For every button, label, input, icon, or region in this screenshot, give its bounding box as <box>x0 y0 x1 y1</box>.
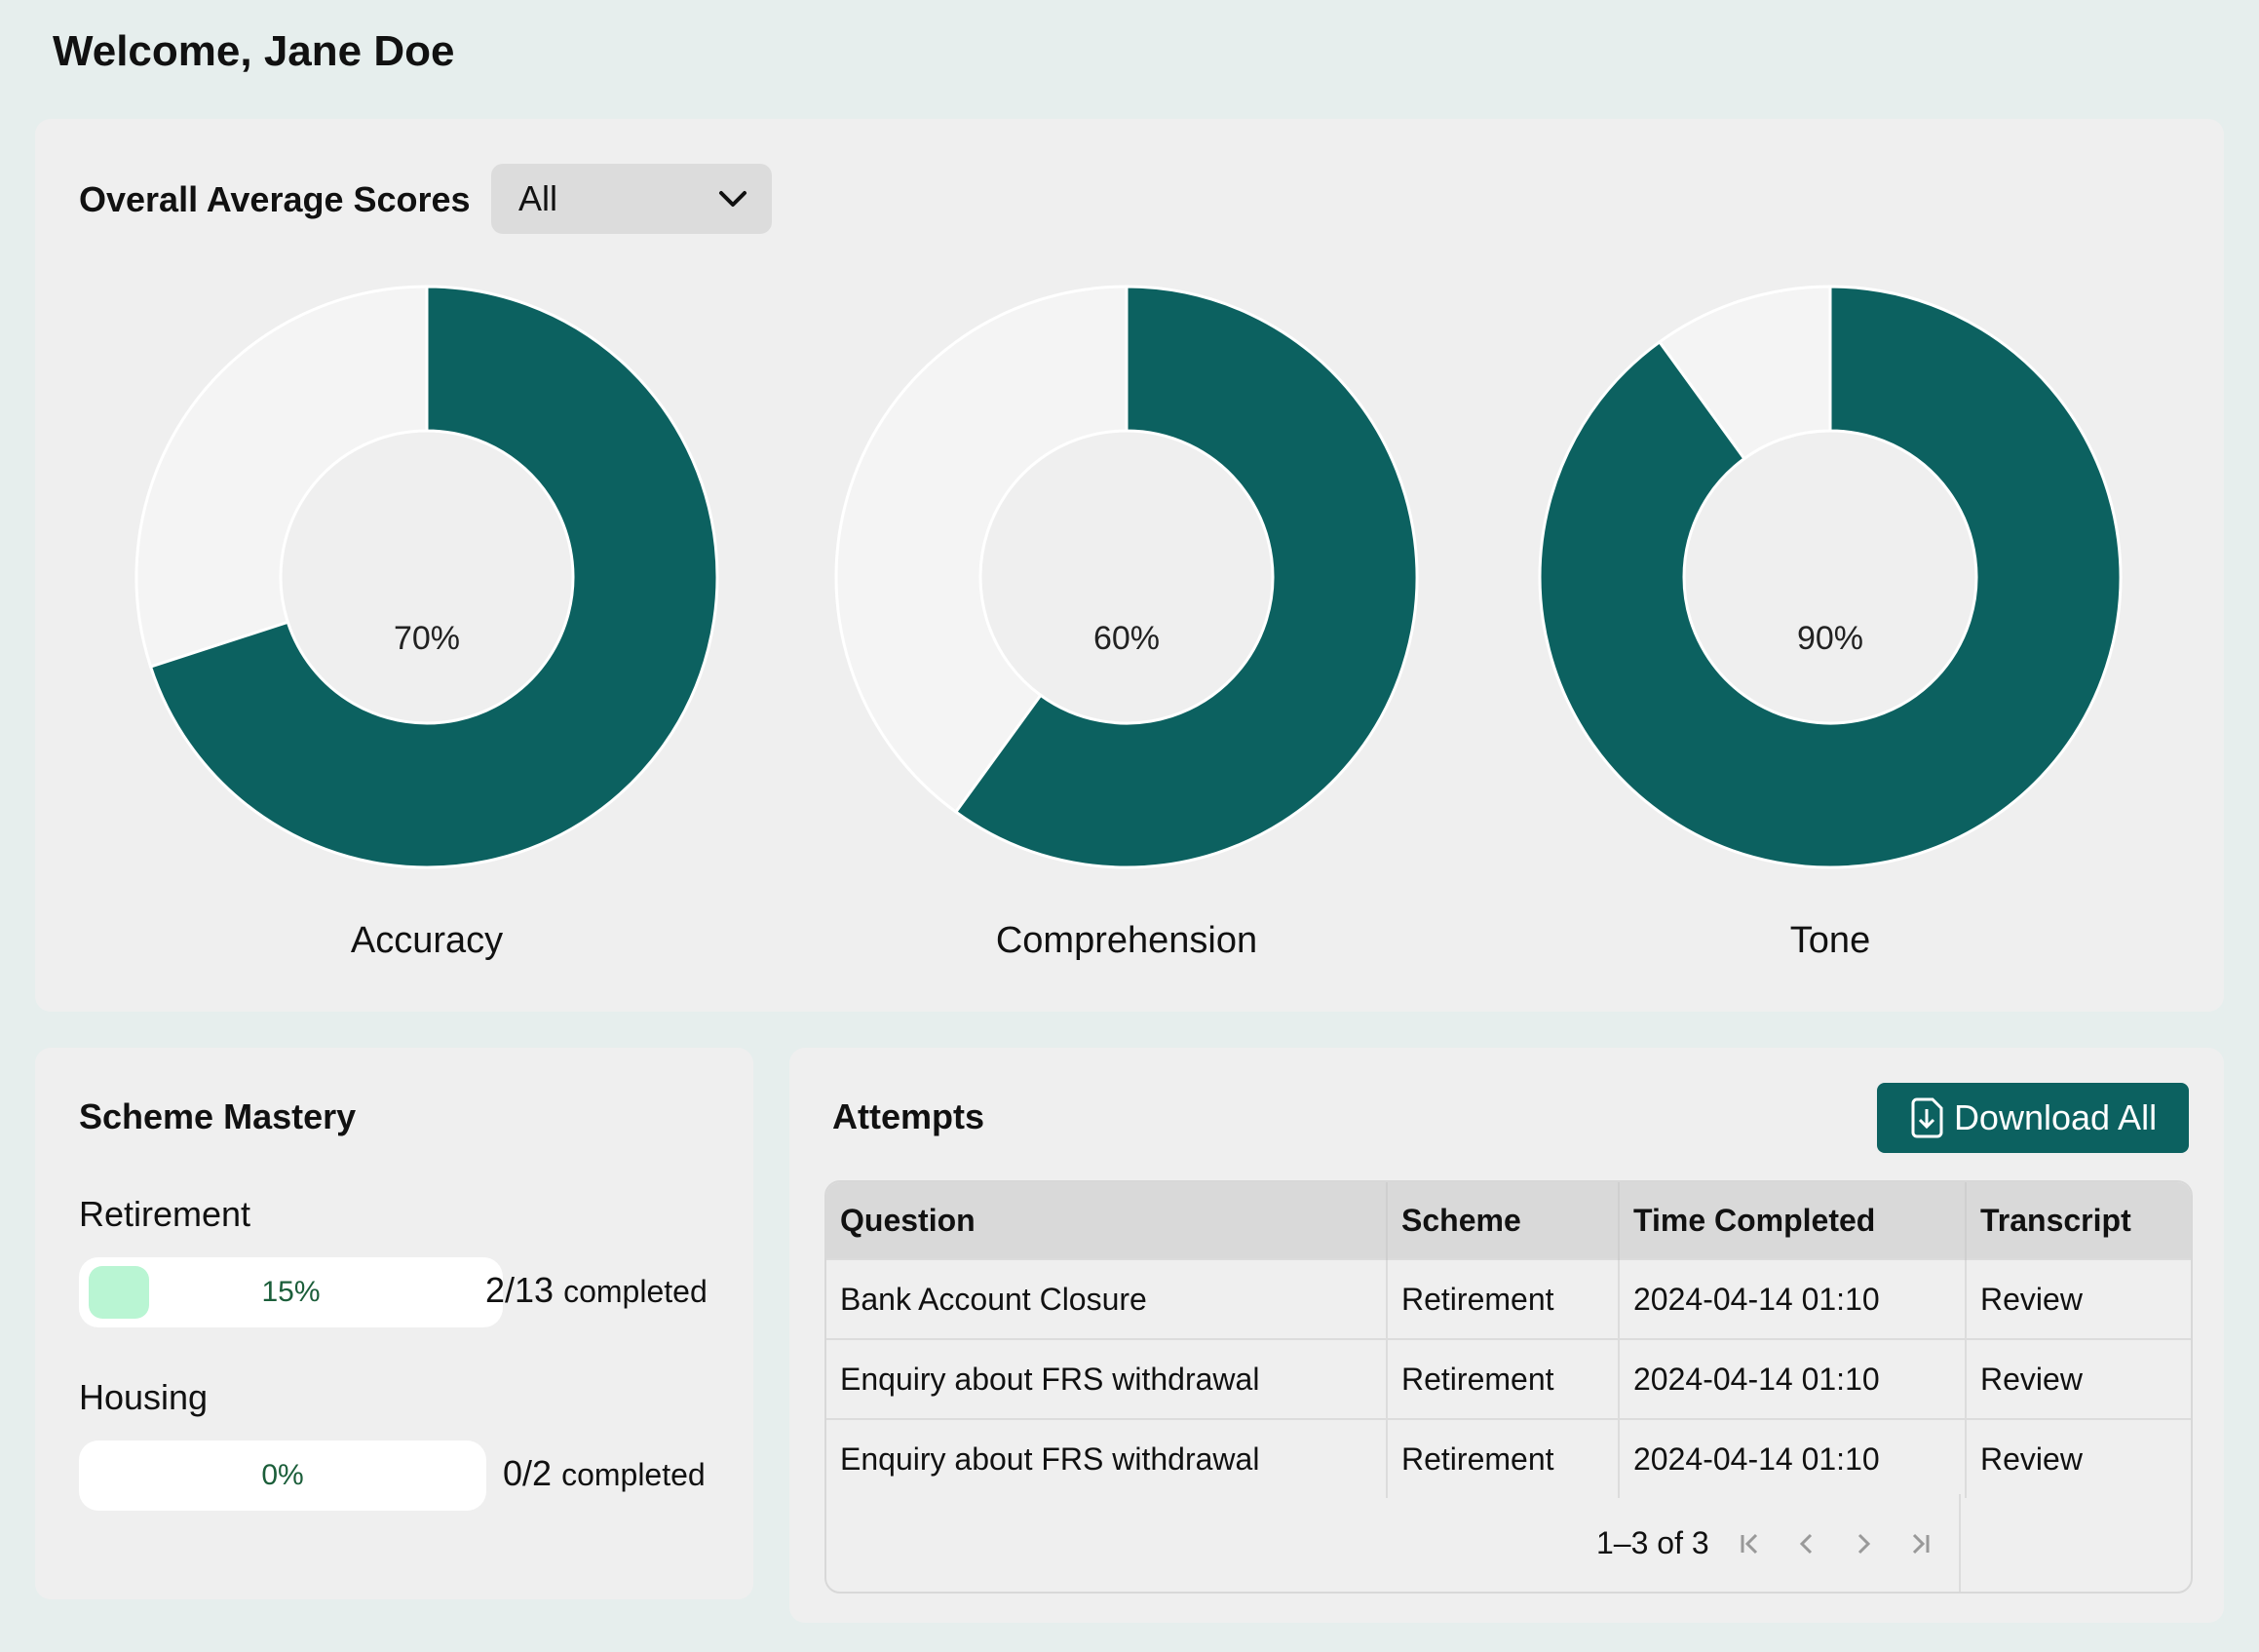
review-link[interactable]: Review <box>1966 1258 2191 1339</box>
cell-question: Enquiry about FRS withdrawal <box>826 1338 1388 1419</box>
cell-question: Enquiry about FRS withdrawal <box>826 1418 1388 1498</box>
scheme-mastery-card: Scheme Mastery Retirement 15% 2/13 compl… <box>35 1048 753 1599</box>
count-suffix: completed <box>563 1274 708 1309</box>
donut-value-slice <box>1538 285 2123 869</box>
cell-question: Bank Account Closure <box>826 1258 1388 1339</box>
cell-scheme: Retirement <box>1387 1338 1620 1419</box>
score-filter-dropdown[interactable]: All <box>491 164 772 234</box>
tone-label: Tone <box>1789 920 1871 961</box>
pager-divider <box>1959 1494 1961 1592</box>
mastery-title: Scheme Mastery <box>79 1096 357 1136</box>
table-row: Bank Account Closure Retirement 2024-04-… <box>826 1258 2191 1339</box>
column-header-question[interactable]: Question <box>826 1182 1388 1259</box>
next-page-icon[interactable] <box>1848 1528 1879 1559</box>
accuracy-donut-chart: 70% <box>134 285 719 869</box>
cell-scheme: Retirement <box>1387 1418 1620 1498</box>
scheme-name-retirement: Retirement <box>79 1194 251 1234</box>
column-header-transcript[interactable]: Transcript <box>1966 1182 2191 1259</box>
donut-percent-label: 60% <box>1093 620 1160 657</box>
progress-percent-retirement: 15% <box>261 1276 321 1308</box>
score-filter-value: All <box>518 178 558 218</box>
table-header-row: Question Scheme Time Completed Transcrip… <box>826 1182 2191 1259</box>
cell-time: 2024-04-14 01:10 <box>1619 1338 1967 1419</box>
scores-title: Overall Average Scores <box>79 179 471 219</box>
previous-page-icon[interactable] <box>1791 1528 1822 1559</box>
donut-percent-label: 70% <box>394 620 460 657</box>
tone-donut-chart: 90% <box>1538 285 2123 869</box>
column-header-scheme[interactable]: Scheme <box>1387 1182 1620 1259</box>
file-download-icon <box>1911 1097 1943 1138</box>
cell-time: 2024-04-14 01:10 <box>1619 1418 1967 1498</box>
progress-bar-retirement: 15% <box>79 1257 503 1327</box>
table-row: Enquiry about FRS withdrawal Retirement … <box>826 1338 2191 1419</box>
pagination: 1–3 of 3 <box>1596 1525 1935 1561</box>
cell-time: 2024-04-14 01:10 <box>1619 1258 1967 1339</box>
table-row: Enquiry about FRS withdrawal Retirement … <box>826 1418 2191 1498</box>
progress-percent-housing: 0% <box>261 1459 304 1491</box>
download-all-button[interactable]: Download All <box>1877 1083 2189 1153</box>
count-value: 0/2 <box>503 1453 553 1493</box>
cell-scheme: Retirement <box>1387 1258 1620 1339</box>
count-suffix: completed <box>561 1457 706 1492</box>
overall-scores-card: Overall Average Scores All 70% 60% 90% A… <box>35 119 2224 1012</box>
attempts-title: Attempts <box>832 1096 985 1136</box>
comprehension-donut-chart: 60% <box>834 285 1419 869</box>
attempts-table: Question Scheme Time Completed Transcrip… <box>824 1180 2193 1594</box>
scheme-name-housing: Housing <box>79 1377 209 1417</box>
first-page-icon[interactable] <box>1735 1528 1766 1559</box>
progress-count-retirement: 2/13 completed <box>485 1270 708 1311</box>
comprehension-label: Comprehension <box>995 920 1258 961</box>
column-header-time-completed[interactable]: Time Completed <box>1619 1182 1967 1259</box>
last-page-icon[interactable] <box>1904 1528 1935 1559</box>
chevron-down-icon <box>719 191 747 207</box>
review-link[interactable]: Review <box>1966 1418 2191 1498</box>
accuracy-label: Accuracy <box>350 920 504 961</box>
download-all-label: Download All <box>1953 1097 2158 1137</box>
count-value: 2/13 <box>485 1270 555 1310</box>
attempts-card: Attempts Download All Question Scheme Ti… <box>789 1048 2224 1623</box>
donut-remainder-slice <box>134 285 429 669</box>
review-link[interactable]: Review <box>1966 1338 2191 1419</box>
progress-bar-housing: 0% <box>79 1441 486 1511</box>
welcome-heading: Welcome, Jane Doe <box>53 27 455 75</box>
progress-count-housing: 0/2 completed <box>503 1453 706 1494</box>
pagination-range: 1–3 of 3 <box>1596 1525 1709 1560</box>
donut-percent-label: 90% <box>1797 620 1863 657</box>
